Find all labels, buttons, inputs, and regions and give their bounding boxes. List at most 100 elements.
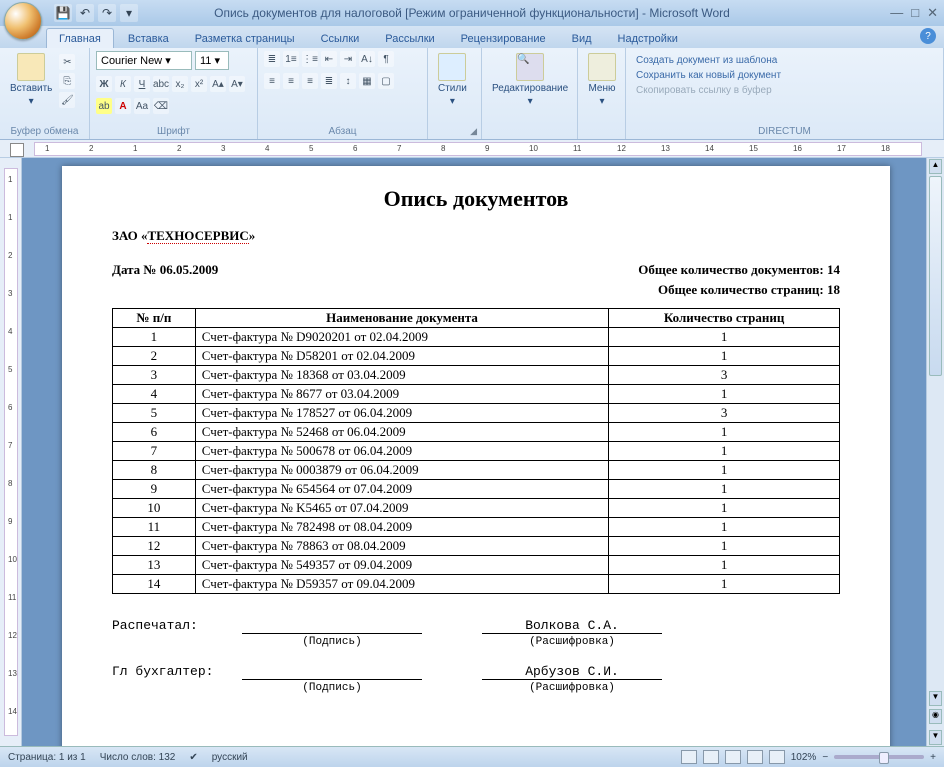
paste-button[interactable]: Вставить ▾ xyxy=(6,51,56,109)
spell-icon[interactable]: ✔ xyxy=(189,752,197,763)
next-page-icon[interactable]: ▼ xyxy=(929,730,942,745)
superscript-icon[interactable]: x² xyxy=(191,76,207,92)
tab-2[interactable]: Разметка страницы xyxy=(183,29,307,48)
status-page[interactable]: Страница: 1 из 1 xyxy=(8,752,86,763)
chevron-down-icon: ▾ xyxy=(599,96,604,107)
table-row: 2Счет-фактура № D58201 от 02.04.20091 xyxy=(113,347,840,366)
tab-4[interactable]: Рассылки xyxy=(373,29,446,48)
sort-icon[interactable]: A↓ xyxy=(359,51,375,67)
font-color-icon[interactable]: A xyxy=(115,98,131,114)
underline-icon[interactable]: Ч xyxy=(134,76,150,92)
page: Опись документов ЗАО «ТЕХНОСЕРВИС» Дата … xyxy=(62,166,890,746)
undo-icon[interactable]: ↶ xyxy=(76,4,94,22)
dialog-launcher-icon[interactable]: ◢ xyxy=(470,126,477,137)
full-screen-view-icon[interactable] xyxy=(703,750,719,764)
group-paragraph-label: Абзац xyxy=(264,124,421,137)
align-right-icon[interactable]: ≡ xyxy=(302,73,318,89)
font-size-select[interactable]: 11 ▾ xyxy=(195,51,229,70)
outline-view-icon[interactable] xyxy=(747,750,763,764)
justify-icon[interactable]: ≣ xyxy=(321,73,337,89)
web-view-icon[interactable] xyxy=(725,750,741,764)
scroll-down-icon[interactable]: ▼ xyxy=(929,691,942,706)
menu-icon xyxy=(588,53,616,81)
total-pages-label: Общее количество страниц: 18 xyxy=(658,282,840,298)
table-row: 5Счет-фактура № 178527 от 06.04.20093 xyxy=(113,404,840,423)
indent-dec-icon[interactable]: ⇤ xyxy=(321,51,337,67)
ribbon: Вставить ▾ ✂ ⎘ 🖌 Буфер обмена Courier Ne… xyxy=(0,48,944,140)
tab-7[interactable]: Надстройки xyxy=(606,29,690,48)
editing-button[interactable]: 🔍Редактирование▾ xyxy=(488,51,572,109)
menu-button[interactable]: Меню▾ xyxy=(584,51,620,109)
directum-create-link[interactable]: Создать документ из шаблона xyxy=(636,55,781,66)
table-row: 11Счет-фактура № 782498 от 08.04.20091 xyxy=(113,518,840,537)
indent-inc-icon[interactable]: ⇥ xyxy=(340,51,356,67)
borders-icon[interactable]: ▢ xyxy=(378,73,394,89)
format-painter-icon[interactable]: 🖌 xyxy=(59,92,75,108)
draft-view-icon[interactable] xyxy=(769,750,785,764)
italic-icon[interactable]: К xyxy=(115,76,131,92)
print-layout-view-icon[interactable] xyxy=(681,750,697,764)
find-icon: 🔍 xyxy=(516,53,544,81)
numbering-icon[interactable]: 1≡ xyxy=(283,51,299,67)
shading-icon[interactable]: ▦ xyxy=(359,73,375,89)
tab-5[interactable]: Рецензирование xyxy=(449,29,558,48)
maximize-button[interactable]: □ xyxy=(911,5,919,21)
clear-format-icon[interactable]: ⌫ xyxy=(153,98,169,114)
vertical-ruler[interactable]: 1123456789101112131415 xyxy=(0,158,22,746)
table-row: 13Счет-фактура № 549357 от 09.04.20091 xyxy=(113,556,840,575)
subscript-icon[interactable]: x₂ xyxy=(172,76,188,92)
shrink-font-icon[interactable]: A▾ xyxy=(229,76,245,92)
multilevel-icon[interactable]: ⋮≡ xyxy=(302,51,318,67)
strike-icon[interactable]: abc xyxy=(153,76,169,92)
tab-3[interactable]: Ссылки xyxy=(309,29,372,48)
copy-icon[interactable]: ⎘ xyxy=(59,73,75,89)
tab-6[interactable]: Вид xyxy=(560,29,604,48)
align-left-icon[interactable]: ≡ xyxy=(264,73,280,89)
group-clipboard-label: Буфер обмена xyxy=(6,124,83,137)
horizontal-ruler[interactable]: 12123456789101112131415161718 xyxy=(0,140,944,158)
signature-block: Распечатал: Волкова С.А. (Подпись) (Расш… xyxy=(112,618,840,694)
help-icon[interactable]: ? xyxy=(920,28,936,44)
chevron-down-icon: ▾ xyxy=(528,96,533,107)
close-button[interactable]: ✕ xyxy=(927,5,938,21)
cut-icon[interactable]: ✂ xyxy=(59,54,75,70)
window-title: Опись документов для налоговой [Режим ог… xyxy=(214,6,730,20)
bullets-icon[interactable]: ≣ xyxy=(264,51,280,67)
status-zoom[interactable]: 102% xyxy=(791,752,817,763)
tab-0[interactable]: Главная xyxy=(46,28,114,48)
vertical-scrollbar[interactable]: ▲ ▼ ◉ ▼ xyxy=(926,158,944,746)
redo-icon[interactable]: ↷ xyxy=(98,4,116,22)
grow-font-icon[interactable]: A▴ xyxy=(210,76,226,92)
directum-copylink-link[interactable]: Скопировать ссылку в буфер xyxy=(636,85,781,96)
table-row: 6Счет-фактура № 52468 от 06.04.20091 xyxy=(113,423,840,442)
scroll-thumb[interactable] xyxy=(929,176,942,376)
directum-saveas-link[interactable]: Сохранить как новый документ xyxy=(636,70,781,81)
group-font-label: Шрифт xyxy=(96,124,251,137)
highlight-icon[interactable]: ab xyxy=(96,98,112,114)
document-canvas[interactable]: Опись документов ЗАО «ТЕХНОСЕРВИС» Дата … xyxy=(22,158,926,746)
prev-page-icon[interactable]: ◉ xyxy=(929,709,942,724)
status-words[interactable]: Число слов: 132 xyxy=(100,752,176,763)
office-button[interactable] xyxy=(4,2,42,40)
chevron-down-icon: ▾ xyxy=(450,96,455,107)
font-name-select[interactable]: Courier New ▾ xyxy=(96,51,192,70)
table-row: 12Счет-фактура № 78863 от 08.04.20091 xyxy=(113,537,840,556)
tab-1[interactable]: Вставка xyxy=(116,29,181,48)
status-lang[interactable]: русский xyxy=(212,752,248,763)
align-center-icon[interactable]: ≡ xyxy=(283,73,299,89)
scroll-up-icon[interactable]: ▲ xyxy=(929,159,942,174)
zoom-in-icon[interactable]: + xyxy=(930,752,936,763)
show-marks-icon[interactable]: ¶ xyxy=(378,51,394,67)
zoom-out-icon[interactable]: − xyxy=(822,752,828,763)
save-icon[interactable]: 💾 xyxy=(54,4,72,22)
table-header: Наименование документа xyxy=(195,309,608,328)
bold-icon[interactable]: Ж xyxy=(96,76,112,92)
ribbon-tabs: ГлавнаяВставкаРазметка страницыСсылкиРас… xyxy=(0,26,944,48)
minimize-button[interactable]: — xyxy=(890,5,903,21)
zoom-slider[interactable] xyxy=(834,755,924,759)
company-line: ЗАО «ТЕХНОСЕРВИС» xyxy=(112,228,840,244)
styles-button[interactable]: Стили▾ xyxy=(434,51,471,109)
qat-more-icon[interactable]: ▾ xyxy=(120,4,138,22)
line-spacing-icon[interactable]: ↕ xyxy=(340,73,356,89)
change-case-icon[interactable]: Aa xyxy=(134,98,150,114)
